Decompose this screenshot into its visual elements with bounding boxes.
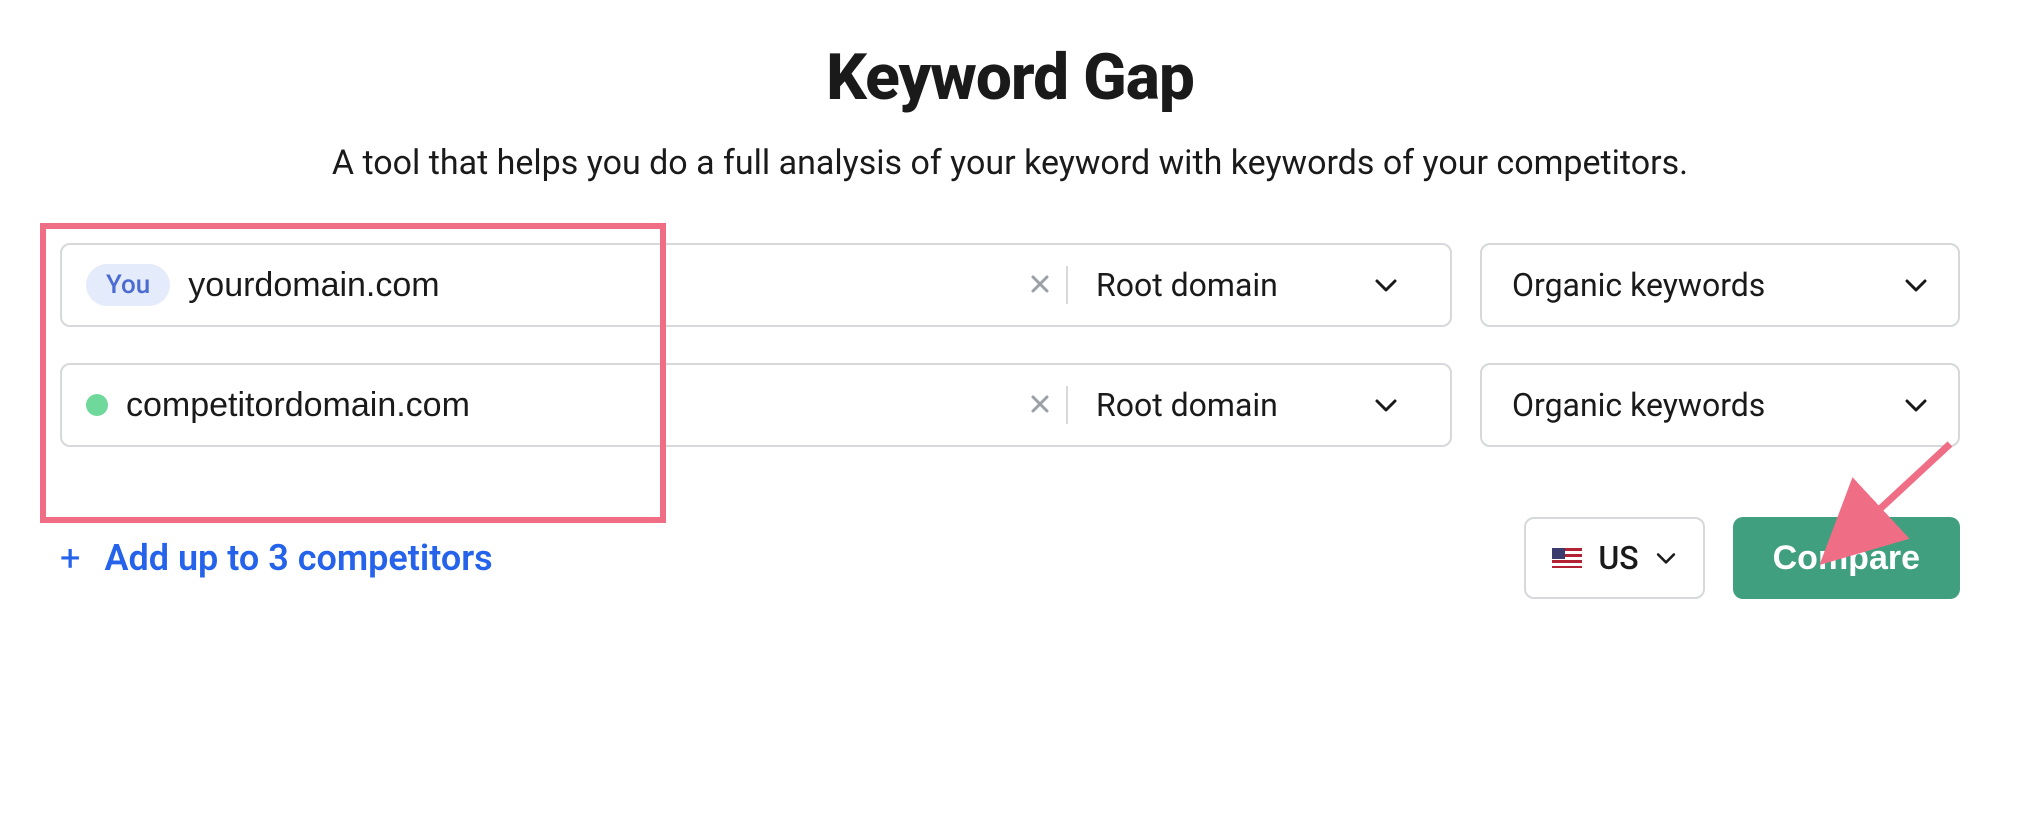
domain-input-wrap: [86, 386, 1012, 425]
domain-row: You Root domain Organic keywords: [60, 243, 1960, 327]
keyword-type-select[interactable]: Organic keywords: [1480, 243, 1960, 327]
chevron-down-icon: [1904, 397, 1928, 413]
country-select[interactable]: US: [1524, 517, 1704, 599]
scope-label: Root domain: [1096, 266, 1278, 304]
chevron-down-icon: [1374, 277, 1398, 293]
your-domain-box: You Root domain: [60, 243, 1452, 327]
chevron-down-icon: [1655, 551, 1677, 565]
plus-icon: +: [60, 540, 80, 576]
keyword-type-label: Organic keywords: [1512, 266, 1765, 304]
domain-row: Root domain Organic keywords: [60, 363, 1960, 447]
you-badge: You: [86, 264, 170, 306]
footer-right: US Compare: [1524, 517, 1960, 599]
scope-select[interactable]: Root domain: [1066, 386, 1426, 424]
competitor-domain-input[interactable]: [126, 386, 1012, 425]
add-competitors-label: Add up to 3 competitors: [104, 537, 492, 579]
chevron-down-icon: [1904, 277, 1928, 293]
clear-icon[interactable]: [1012, 268, 1068, 302]
keyword-type-select[interactable]: Organic keywords: [1480, 363, 1960, 447]
keyword-type-label: Organic keywords: [1512, 386, 1765, 424]
domain-input-wrap: You: [86, 264, 1012, 306]
competitor-dot-icon: [86, 394, 108, 416]
us-flag-icon: [1552, 548, 1582, 568]
scope-select[interactable]: Root domain: [1066, 266, 1426, 304]
domain-rows: You Root domain Organic keywords: [60, 243, 1960, 447]
compare-button[interactable]: Compare: [1733, 517, 1960, 599]
add-competitors-button[interactable]: + Add up to 3 competitors: [60, 537, 493, 579]
page-subtitle: A tool that helps you do a full analysis…: [60, 143, 1960, 183]
header: Keyword Gap A tool that helps you do a f…: [60, 40, 1960, 183]
clear-icon[interactable]: [1012, 388, 1068, 422]
competitor-domain-box: Root domain: [60, 363, 1452, 447]
footer: + Add up to 3 competitors US Compare: [60, 517, 1960, 599]
page-title: Keyword Gap: [60, 40, 1960, 115]
scope-label: Root domain: [1096, 386, 1278, 424]
country-label: US: [1598, 539, 1638, 577]
chevron-down-icon: [1374, 397, 1398, 413]
your-domain-input[interactable]: [188, 266, 1012, 305]
